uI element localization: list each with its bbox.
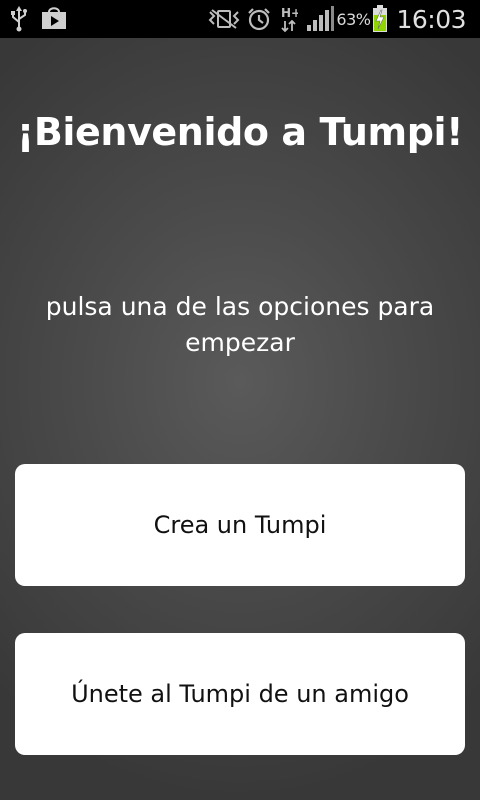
alarm-icon [246, 6, 272, 32]
instructions-text: pulsa una de las opciones para empezar [45, 292, 435, 357]
play-store-icon [40, 7, 68, 31]
create-tumpi-button-label: Crea un Tumpi [153, 511, 327, 539]
clock: 16:03 [396, 4, 466, 34]
status-bar: H+ 63% 16:03 [0, 0, 480, 38]
signal-icon [306, 6, 335, 32]
hplus-data-icon: H+ [280, 5, 298, 33]
usb-icon [10, 6, 28, 32]
battery-percent: 63% [336, 9, 371, 29]
vibrate-icon [208, 8, 240, 30]
create-tumpi-button[interactable]: Crea un Tumpi [15, 464, 465, 586]
status-bar-left [10, 4, 68, 34]
page-title: ¡Bienvenido a Tumpi! [16, 110, 464, 154]
status-bar-right: H+ 63% 16:03 [208, 0, 466, 38]
battery-charging-icon [372, 5, 388, 33]
hplus-label: H+ [281, 6, 298, 20]
join-friend-tumpi-button[interactable]: Únete al Tumpi de un amigo [15, 633, 465, 755]
welcome-screen: ¡Bienvenido a Tumpi! pulsa una de las op… [0, 38, 480, 800]
join-friend-tumpi-button-label: Únete al Tumpi de un amigo [71, 680, 409, 708]
